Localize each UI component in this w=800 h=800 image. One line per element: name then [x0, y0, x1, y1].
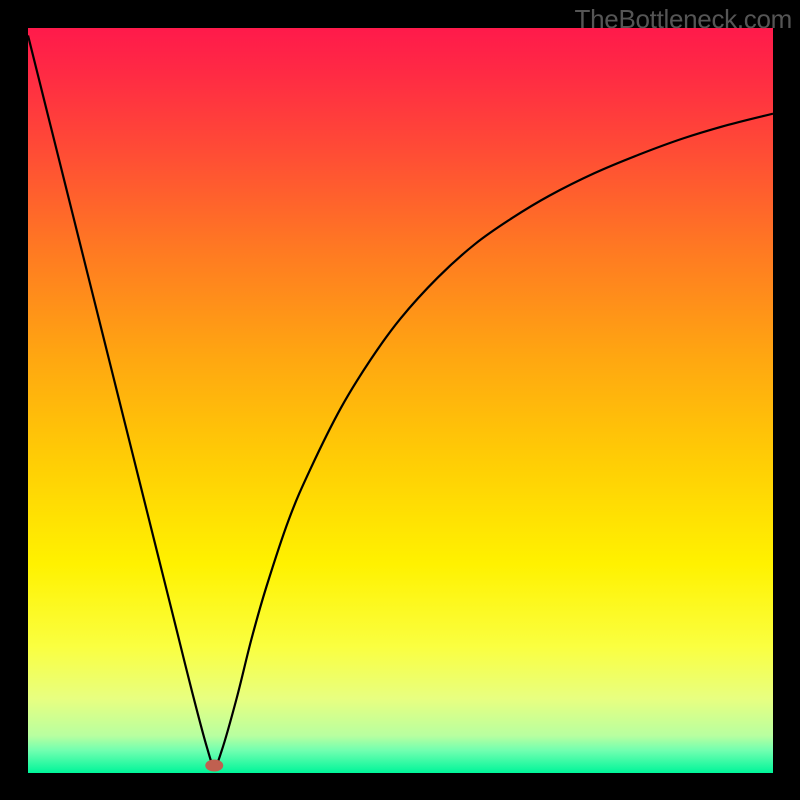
minimum-marker: [205, 760, 223, 772]
watermark-text: TheBottleneck.com: [575, 4, 792, 35]
chart-plot: [28, 28, 773, 773]
chart-container: TheBottleneck.com: [0, 0, 800, 800]
gradient-background: [28, 28, 773, 773]
